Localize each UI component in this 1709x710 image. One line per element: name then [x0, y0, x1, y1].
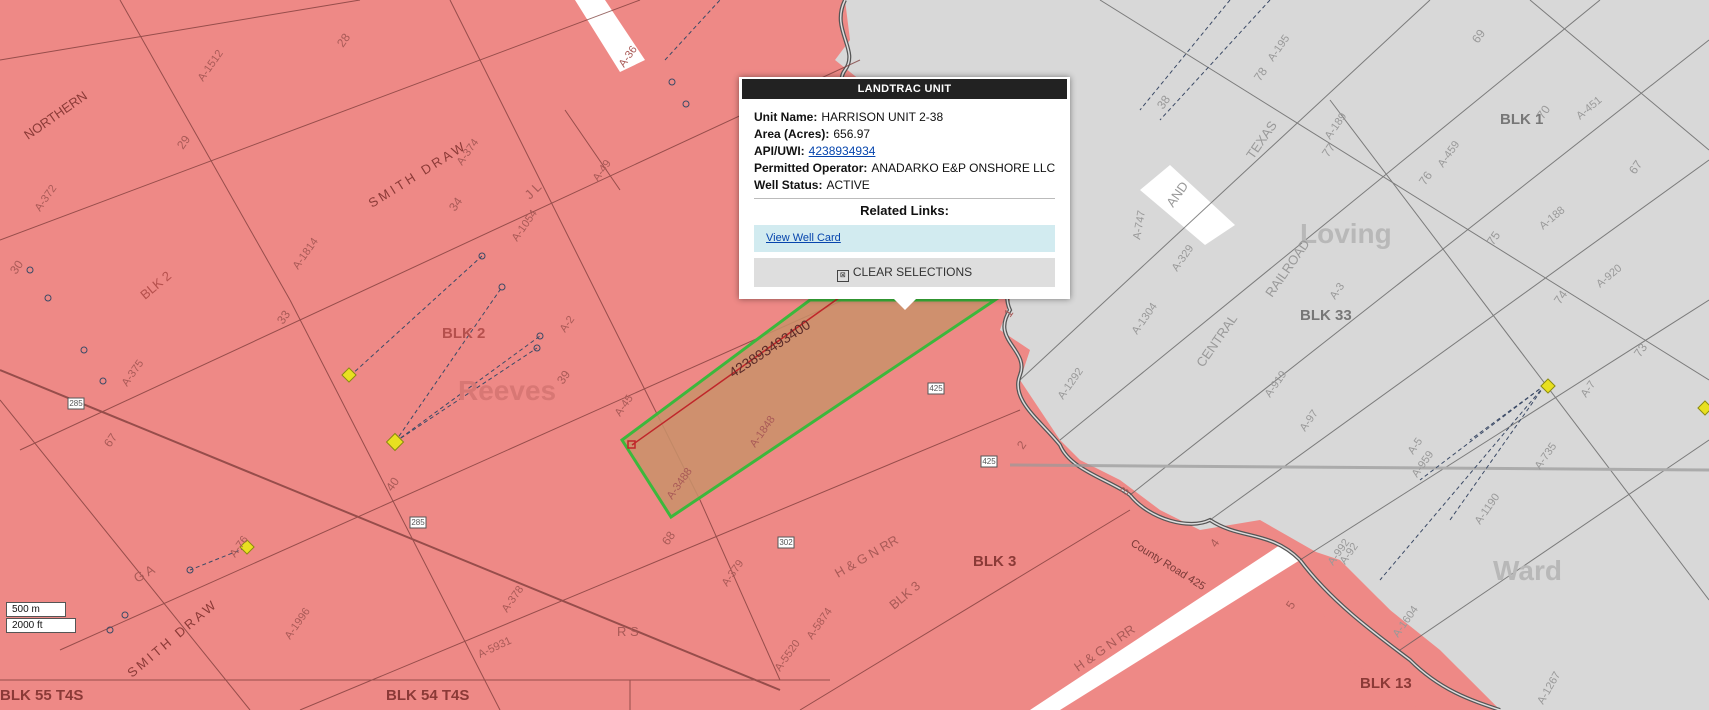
label-rs: R S: [617, 624, 639, 639]
area-row: Area (Acres): 656.97: [754, 126, 1055, 143]
clear-selections-button[interactable]: ⊠ CLEAR SELECTIONS: [754, 258, 1055, 287]
hwy-425-south: 425: [982, 457, 996, 466]
popup-title: LANDTRAC UNIT: [742, 79, 1067, 99]
clear-selection-icon: ⊠: [836, 270, 849, 282]
unit-name-label: Unit Name:: [754, 110, 818, 124]
scale-imperial: 2000 ft: [6, 618, 76, 633]
county-label-reeves: Reeves: [458, 375, 556, 406]
county-label-loving: Loving: [1300, 218, 1392, 249]
county-label-ward: Ward: [1493, 555, 1562, 586]
operator-value: ANADARKO E&P ONSHORE LLC: [871, 161, 1056, 175]
area-value: 656.97: [833, 127, 871, 141]
api-row: API/UWI: 4238934934: [754, 143, 1055, 160]
unit-name-row: Unit Name: HARRISON UNIT 2-38: [754, 109, 1055, 126]
hwy-285-west: 285: [69, 399, 83, 408]
area-label: Area (Acres):: [754, 127, 830, 141]
popup-divider: [754, 198, 1055, 199]
scale-metric: 500 m: [6, 602, 66, 617]
blk55-label: BLK 55 T4S: [0, 687, 83, 704]
api-link[interactable]: 4238934934: [809, 144, 876, 158]
blk13-label: BLK 13: [1360, 675, 1412, 692]
blk33-label: BLK 33: [1300, 307, 1352, 324]
view-well-card-link[interactable]: View Well Card: [766, 232, 841, 244]
blk3-label: BLK 3: [973, 553, 1016, 570]
hwy-425-north: 425: [929, 384, 943, 393]
blk2-label: BLK 2: [442, 325, 485, 342]
blk54-label: BLK 54 T4S: [386, 687, 469, 704]
hwy-302: 302: [779, 538, 793, 547]
status-value: ACTIVE: [826, 178, 870, 192]
related-link-row: View Well Card: [754, 225, 1055, 252]
unit-info-popup: LANDTRAC UNIT Unit Name: HARRISON UNIT 2-…: [739, 77, 1070, 310]
status-row: Well Status: ACTIVE: [754, 177, 1055, 194]
hwy-285-south: 285: [411, 518, 425, 527]
status-label: Well Status:: [754, 178, 823, 192]
operator-row: Permitted Operator: ANADARKO E&P ONSHORE …: [754, 160, 1055, 177]
clear-selections-label: CLEAR SELECTIONS: [852, 265, 973, 279]
operator-label: Permitted Operator:: [754, 161, 868, 175]
related-links-heading: Related Links:: [860, 203, 949, 218]
unit-name-value: HARRISON UNIT 2-38: [821, 110, 944, 124]
api-label: API/UWI:: [754, 144, 805, 158]
